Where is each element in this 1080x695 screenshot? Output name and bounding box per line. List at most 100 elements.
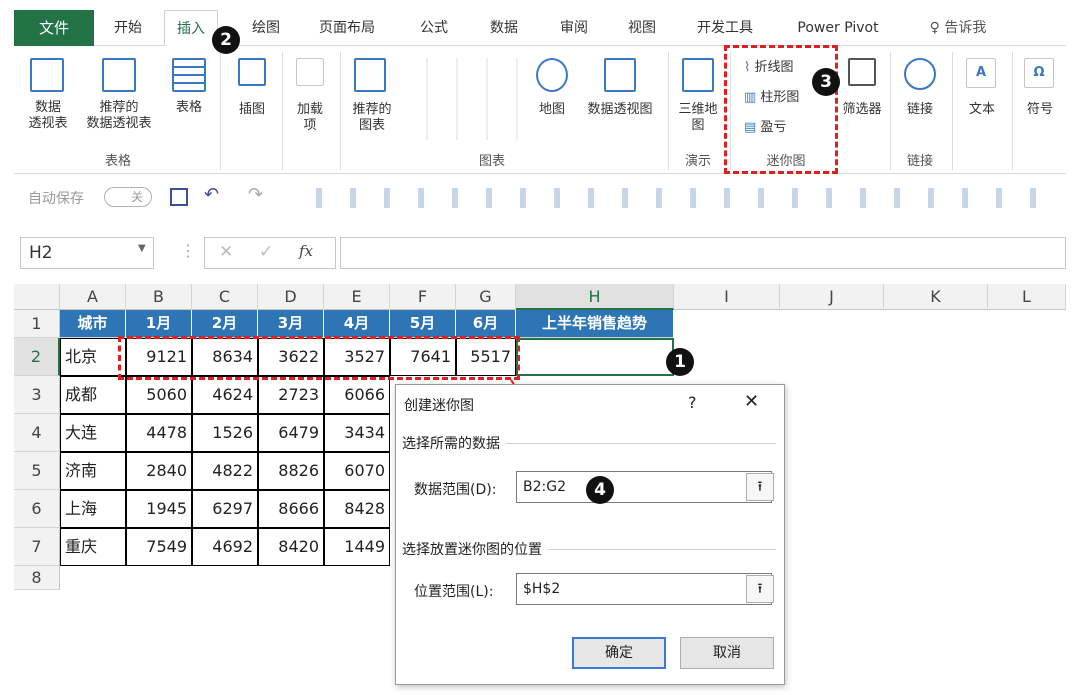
enter-icon[interactable]: ✓ — [259, 242, 273, 262]
map-chart-button[interactable]: 地图 — [530, 102, 574, 118]
tab-power-pivot[interactable]: Power Pivot — [788, 10, 888, 46]
column-header[interactable]: G — [456, 284, 516, 310]
city-cell[interactable]: 济南 — [60, 452, 126, 490]
active-cell-h2[interactable] — [516, 338, 674, 376]
tab-page-layout[interactable]: 页面布局 — [312, 10, 382, 46]
column-header[interactable]: B — [126, 284, 192, 310]
text-button[interactable]: 文本 — [960, 102, 1004, 118]
header-cell[interactable]: 城市 — [60, 310, 126, 338]
city-cell[interactable]: 成都 — [60, 376, 126, 414]
help-icon[interactable]: ? — [688, 393, 697, 412]
value-cell[interactable]: 2840 — [126, 452, 192, 490]
column-header[interactable]: D — [258, 284, 324, 310]
tab-view[interactable]: 视图 — [620, 10, 664, 46]
value-cell[interactable]: 6070 — [324, 452, 390, 490]
value-cell[interactable]: 6066 — [324, 376, 390, 414]
value-cell[interactable]: 4624 — [192, 376, 258, 414]
cancel-button[interactable]: 取消 — [680, 637, 774, 669]
tab-insert[interactable]: 插入 — [164, 10, 218, 47]
data-range-input[interactable]: B2:G2 — [516, 471, 772, 503]
row-header[interactable]: 3 — [14, 376, 60, 414]
value-cell[interactable]: 9121 — [126, 338, 192, 376]
location-range-input[interactable]: $H$2 — [516, 573, 772, 605]
value-cell[interactable]: 4822 — [192, 452, 258, 490]
header-cell[interactable]: 3月 — [258, 310, 324, 338]
row-header[interactable]: 4 — [14, 414, 60, 452]
city-cell[interactable]: 重庆 — [60, 528, 126, 566]
value-cell[interactable]: 6297 — [192, 490, 258, 528]
symbols-button[interactable]: 符号 — [1018, 102, 1062, 118]
tab-review[interactable]: 审阅 — [552, 10, 596, 46]
autosave-toggle[interactable]: 关 — [104, 187, 152, 207]
tab-developer[interactable]: 开发工具 — [690, 10, 760, 46]
value-cell[interactable]: 4478 — [126, 414, 192, 452]
value-cell[interactable]: 8666 — [258, 490, 324, 528]
value-cell[interactable]: 8634 — [192, 338, 258, 376]
column-header[interactable]: I — [674, 284, 780, 310]
value-cell[interactable]: 3434 — [324, 414, 390, 452]
row-header[interactable]: 5 — [14, 452, 60, 490]
column-header[interactable]: L — [988, 284, 1066, 310]
addins-button[interactable]: 加载 项 — [288, 102, 332, 134]
link-button[interactable]: 链接 — [896, 102, 944, 118]
value-cell[interactable]: 6479 — [258, 414, 324, 452]
column-header[interactable]: F — [390, 284, 456, 310]
cancel-icon[interactable]: ✕ — [219, 242, 233, 262]
illustrations-button[interactable]: 插图 — [230, 102, 274, 118]
value-cell[interactable]: 7641 — [390, 338, 456, 376]
row-header[interactable]: 6 — [14, 490, 60, 528]
value-cell[interactable]: 3622 — [258, 338, 324, 376]
insert-function-icon[interactable]: fx — [299, 242, 313, 260]
city-cell[interactable]: 北京 — [60, 338, 126, 376]
column-header[interactable]: E — [324, 284, 390, 310]
value-cell[interactable]: 8420 — [258, 528, 324, 566]
pivot-table-button[interactable]: 数据 透视表 — [22, 100, 74, 132]
column-header[interactable]: K — [884, 284, 988, 310]
pivot-chart-button[interactable]: 数据透视图 — [580, 102, 660, 118]
value-cell[interactable]: 2723 — [258, 376, 324, 414]
tab-file[interactable]: 文件 — [14, 10, 94, 46]
header-cell[interactable]: 2月 — [192, 310, 258, 338]
tab-formulas[interactable]: 公式 — [412, 10, 456, 46]
header-cell-trend[interactable]: 上半年销售趋势 — [516, 310, 674, 338]
row-header[interactable]: 8 — [14, 566, 60, 590]
column-header-selected[interactable]: H — [516, 284, 674, 310]
city-cell[interactable]: 上海 — [60, 490, 126, 528]
header-cell[interactable]: 5月 — [390, 310, 456, 338]
collapse-dialog-icon[interactable]: ⭱ — [746, 473, 774, 501]
value-cell[interactable]: 1526 — [192, 414, 258, 452]
row-header[interactable]: 1 — [14, 310, 60, 338]
undo-icon[interactable]: ↶ — [204, 184, 219, 205]
value-cell[interactable]: 1945 — [126, 490, 192, 528]
recommended-charts-button[interactable]: 推荐的 图表 — [342, 102, 402, 134]
name-box[interactable]: H2 — [20, 237, 154, 269]
column-header[interactable]: A — [60, 284, 126, 310]
value-cell[interactable]: 8826 — [258, 452, 324, 490]
collapse-dialog-icon[interactable]: ⭱ — [746, 575, 774, 603]
recommended-pivot-button[interactable]: 推荐的 数据透视表 — [78, 100, 160, 132]
value-cell[interactable]: 3527 — [324, 338, 390, 376]
header-cell[interactable]: 1月 — [126, 310, 192, 338]
city-cell[interactable]: 大连 — [60, 414, 126, 452]
formula-input[interactable] — [340, 237, 1066, 269]
close-icon[interactable]: ✕ — [744, 391, 759, 412]
row-header[interactable]: 7 — [14, 528, 60, 566]
quick-access-commands[interactable] — [294, 188, 1054, 208]
sparkline-winloss-button[interactable]: ▤ 盈亏 — [744, 120, 834, 136]
tell-me-search[interactable]: ♀ 告诉我 — [918, 10, 998, 46]
tab-draw[interactable]: 绘图 — [244, 10, 288, 46]
table-button[interactable]: 表格 — [168, 100, 210, 116]
save-icon[interactable] — [170, 188, 188, 206]
slicer-button[interactable]: 筛选器 — [834, 102, 890, 118]
tab-home[interactable]: 开始 — [106, 10, 150, 46]
ok-button[interactable]: 确定 — [572, 637, 666, 669]
value-cell[interactable]: 5517 — [456, 338, 516, 376]
redo-icon[interactable]: ↷ — [248, 184, 263, 205]
header-cell[interactable]: 4月 — [324, 310, 390, 338]
column-header[interactable]: C — [192, 284, 258, 310]
row-header-selected[interactable]: 2 — [14, 338, 60, 376]
select-all-corner[interactable] — [14, 284, 60, 310]
3d-map-button[interactable]: 三维地 图 — [672, 102, 724, 134]
header-cell[interactable]: 6月 — [456, 310, 516, 338]
name-box-dropdown-icon[interactable]: ▼ — [138, 243, 146, 254]
